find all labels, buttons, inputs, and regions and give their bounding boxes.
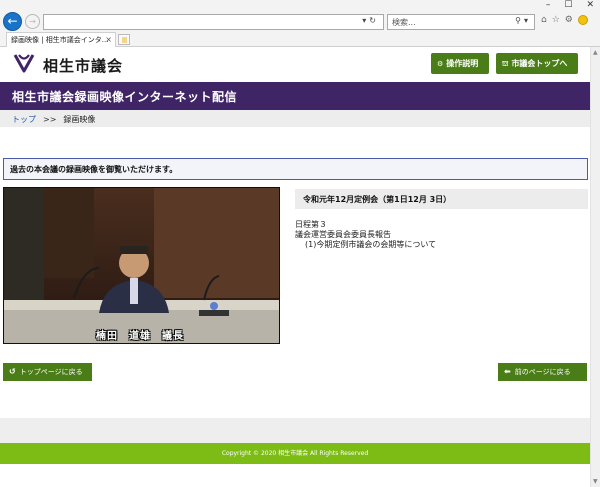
- meeting-heading: 令和元年12月定例会（第1日12月 3日）: [295, 189, 588, 209]
- back-button[interactable]: ←: [3, 12, 22, 31]
- address-bar[interactable]: ▾↻: [43, 14, 384, 30]
- site-name[interactable]: 相生市議会: [43, 55, 123, 76]
- footer: Copyright © 2020 相生市議会 All Rights Reserv…: [0, 443, 590, 464]
- site-header: 相生市議会 ⚙ 操作説明 ⛫ 市議会トップへ: [0, 47, 590, 82]
- footer-band: [0, 418, 590, 443]
- guide-button[interactable]: ⚙ 操作説明: [431, 53, 489, 74]
- browser-icons: ⌂ ☆ ⚙: [541, 15, 588, 25]
- video-frame[interactable]: [4, 188, 280, 344]
- copyright-text: Copyright © 2020 相生市議会 All Rights Reserv…: [221, 450, 369, 457]
- council-top-label: 市議会トップへ: [511, 59, 568, 68]
- breadcrumb-separator: >>: [43, 115, 57, 124]
- tab-title[interactable]: 録画映像 | 相生市議会インタ...: [11, 36, 108, 44]
- tab-close-icon[interactable]: ×: [105, 35, 112, 44]
- notice-text: 過去の本会議の録画映像を御覧いただけます。: [10, 165, 178, 174]
- back-to-previous-label: 前のページに戻る: [514, 368, 571, 376]
- gear-icon: ⚙: [437, 60, 444, 68]
- return-arrow-icon: ↺: [9, 367, 16, 376]
- meeting-heading-text: 令和元年12月定例会（第1日12月 3日）: [303, 195, 452, 204]
- back-to-top-button[interactable]: ↺ トップページに戻る: [3, 363, 92, 381]
- browser-toolbar: – ☐ ✕ ← → ▾↻ 検索... ⚲▾ ⌂ ☆ ⚙: [0, 0, 600, 31]
- scroll-down-icon[interactable]: ▼: [593, 478, 598, 485]
- favorites-star-icon[interactable]: ☆: [552, 15, 560, 25]
- search-tools: ⚲▾: [515, 16, 531, 25]
- refresh-icon[interactable]: ↻: [369, 16, 379, 25]
- scroll-up-icon[interactable]: ▲: [593, 49, 598, 56]
- council-top-button[interactable]: ⛫ 市議会トップへ: [496, 53, 578, 74]
- building-icon: ⛫: [502, 60, 509, 68]
- browser-tab[interactable]: 録画映像 | 相生市議会インタ... ×: [6, 32, 116, 47]
- breadcrumb: トップ >> 録画映像: [0, 110, 590, 127]
- city-emblem-icon[interactable]: [12, 52, 36, 74]
- guide-button-label: 操作説明: [446, 59, 479, 68]
- back-to-top-label: トップページに戻る: [19, 368, 83, 376]
- search-placeholder: 検索...: [392, 18, 416, 27]
- video-player[interactable]: 楠田 道雄 議長: [3, 187, 280, 344]
- agenda-item: 議会運営委員会委員長報告: [295, 230, 391, 239]
- settings-gear-icon[interactable]: ⚙: [565, 15, 573, 25]
- breadcrumb-home-link[interactable]: トップ: [12, 115, 36, 124]
- agenda-list: 日程第３ 議会運営委員会委員長報告 (1)今期定例市議会の会期等について: [295, 220, 585, 250]
- address-tools: ▾↻: [362, 16, 379, 25]
- notice-box: 過去の本会議の録画映像を御覧いただけます。: [3, 158, 588, 180]
- forward-button[interactable]: →: [25, 14, 40, 29]
- breadcrumb-current: 録画映像: [63, 115, 96, 124]
- search-icon[interactable]: ⚲: [515, 16, 524, 25]
- minimize-icon[interactable]: –: [546, 0, 551, 12]
- video-caption: 楠田 道雄 議長: [96, 331, 184, 342]
- feedback-smiley-icon[interactable]: [577, 15, 588, 25]
- window-controls: – ☐ ✕: [546, 0, 594, 12]
- page-title: 相生市議会録画映像インターネット配信: [12, 90, 238, 104]
- agenda-item: 日程第３: [295, 220, 327, 229]
- tab-strip: 録画映像 | 相生市議会インタ... ×: [0, 31, 600, 47]
- vertical-scrollbar[interactable]: ▲ ▼: [590, 47, 600, 487]
- search-dropdown-icon[interactable]: ▾: [524, 16, 531, 25]
- back-to-previous-button[interactable]: ⬅ 前のページに戻る: [498, 363, 587, 381]
- new-tab-icon[interactable]: [118, 34, 130, 45]
- search-field[interactable]: 検索... ⚲▾: [387, 14, 535, 30]
- left-arrow-icon: ⬅: [504, 367, 511, 376]
- maximize-icon[interactable]: ☐: [564, 0, 572, 12]
- home-icon[interactable]: ⌂: [541, 15, 547, 25]
- close-icon[interactable]: ✕: [586, 0, 594, 12]
- title-bar: 相生市議会録画映像インターネット配信: [0, 82, 590, 110]
- agenda-item[interactable]: (1)今期定例市議会の会期等について: [295, 240, 585, 250]
- page-viewport: 相生市議会 ⚙ 操作説明 ⛫ 市議会トップへ 相生市議会録画映像インターネット配信 …: [0, 47, 590, 487]
